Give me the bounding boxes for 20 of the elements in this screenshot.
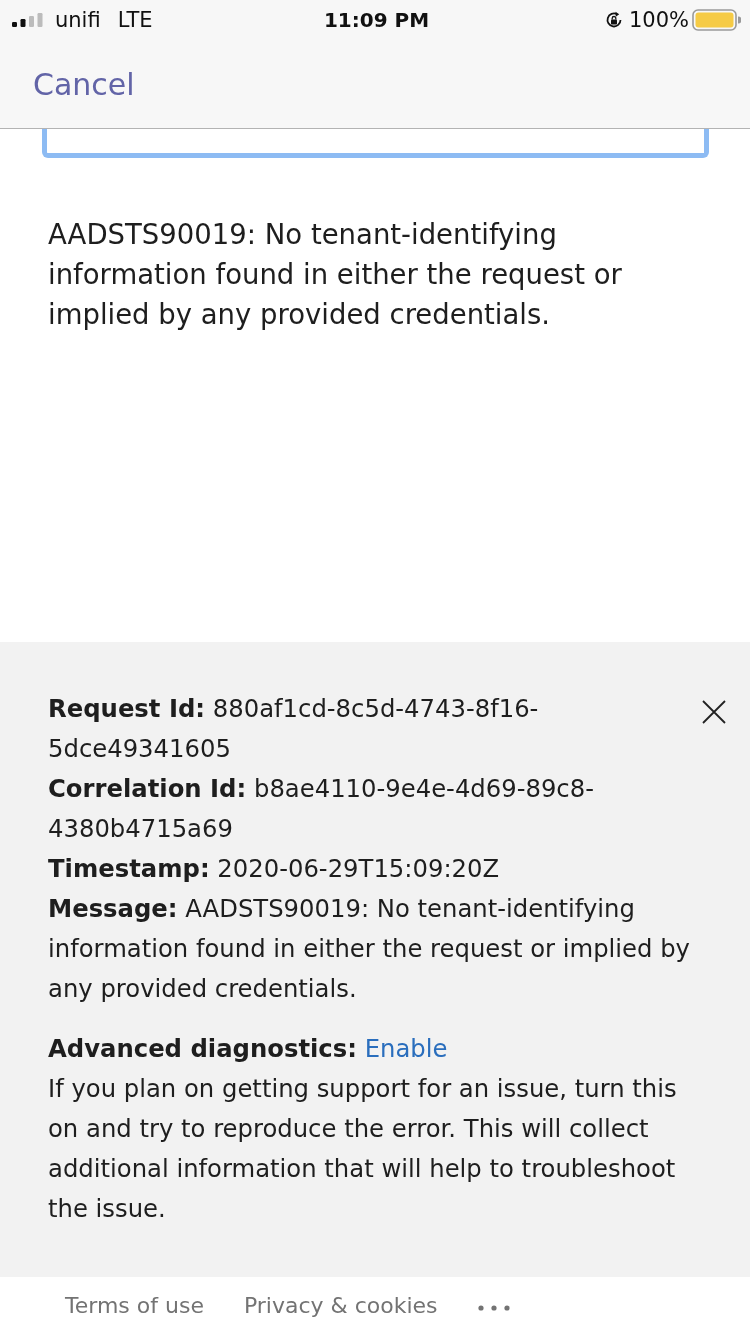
input-field[interactable] — [42, 129, 709, 158]
diagnostics-heading: Advanced diagnostics: Enable — [48, 1033, 449, 1065]
network-type: LTE — [117, 8, 153, 32]
cancel-button[interactable]: Cancel — [33, 66, 135, 102]
clock-time: 11:09 PM — [323, 8, 430, 32]
enable-link[interactable]: Enable — [364, 1034, 448, 1063]
battery-icon — [692, 9, 741, 31]
battery-percentage: 100% — [628, 8, 689, 32]
signal-icon — [12, 13, 44, 27]
detail-text: Correlation Id: b8ae4110-9e4e-4d69-89c8-4380b4715a69 — [48, 773, 595, 845]
close-button[interactable] — [702, 700, 726, 724]
error-message: AADSTS90019: No tenant-identifying information found in either the request or implied by any provided credentials. — [48, 217, 623, 332]
detail-text: Message: AADSTS90019: No tenant-identifying information found in either the request or implied by any provided credentials. — [48, 893, 691, 1005]
close-icon — [702, 700, 726, 724]
detail-text: Timestamp: 2020-06-29T15:09:20Z — [48, 853, 501, 885]
footer-link[interactable]: Privacy & cookies — [243, 1293, 438, 1318]
diagnostics-description: If you plan on getting support for an issue, turn this on and try to reproduce the error. This will collect additional information that will help to troubleshoot the issue. — [48, 1073, 678, 1225]
carrier-name: unifi — [55, 8, 101, 32]
footer-link[interactable]: Terms of use — [65, 1293, 204, 1318]
ellipsis-icon — [477, 1304, 510, 1311]
